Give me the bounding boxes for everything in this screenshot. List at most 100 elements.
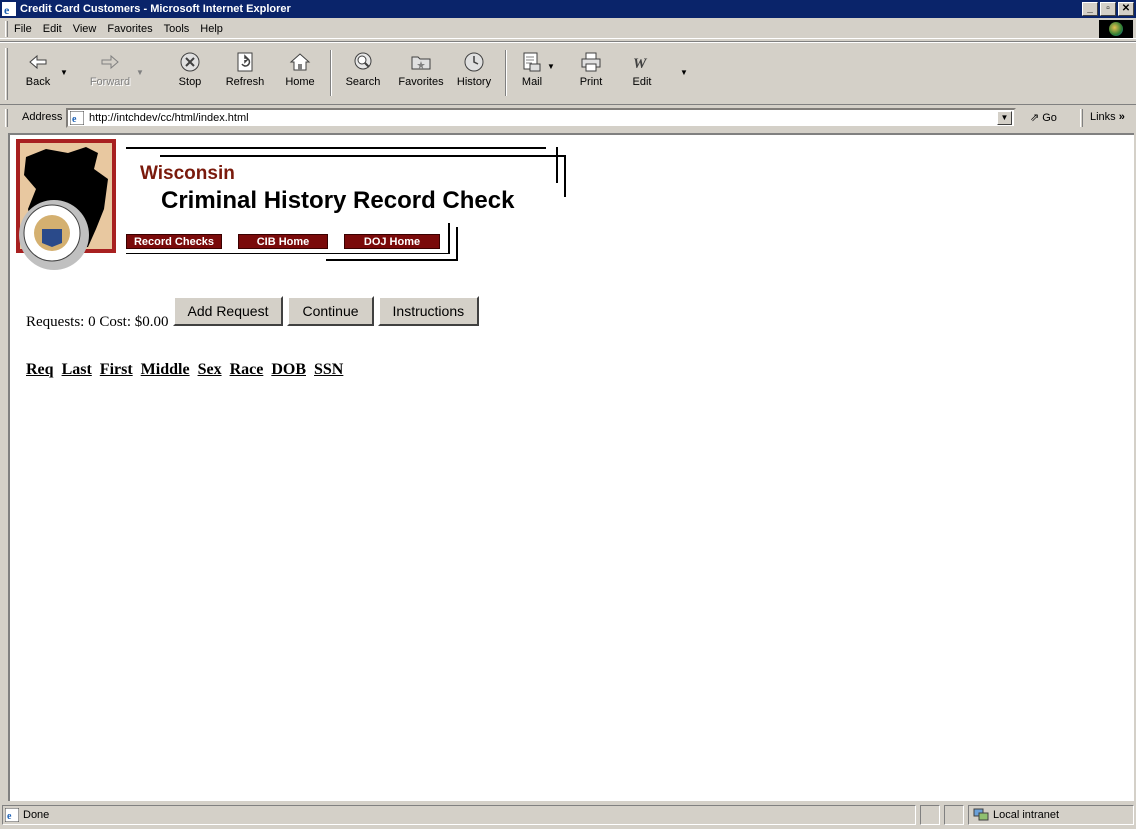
search-icon xyxy=(354,52,372,70)
toolbar-separator xyxy=(505,50,507,96)
maximize-button[interactable]: ▫ xyxy=(1100,2,1116,16)
addressbar-grip[interactable] xyxy=(5,109,8,127)
toolbar-grip[interactable] xyxy=(5,48,8,100)
page-title: Criminal History Record Check xyxy=(161,187,515,214)
column-header-race: Race xyxy=(229,361,264,378)
title-bar: e Credit Card Customers - Microsoft Inte… xyxy=(0,0,1136,18)
menubar-grip[interactable] xyxy=(5,21,8,37)
print-label: Print xyxy=(579,76,603,88)
menu-help[interactable]: Help xyxy=(200,23,223,35)
cib-home-link[interactable]: CIB Home xyxy=(238,234,328,249)
request-table-header: Req Last First Middle Sex Race DOB SSN xyxy=(26,361,347,379)
column-header-ssn: SSN xyxy=(314,361,344,378)
column-header-req: Req xyxy=(26,361,54,378)
home-label: Home xyxy=(285,76,315,88)
go-label: Go xyxy=(1042,111,1057,124)
mail-dropdown-icon[interactable]: ▼ xyxy=(547,62,555,71)
page-status-icon: e xyxy=(5,808,19,822)
search-button[interactable]: Search xyxy=(340,50,386,98)
print-button[interactable]: Print xyxy=(573,50,609,98)
page-icon: e xyxy=(70,111,84,125)
forward-arrow-icon xyxy=(101,54,119,70)
menu-favorites[interactable]: Favorites xyxy=(107,23,152,35)
svg-text:W: W xyxy=(633,56,648,72)
record-checks-link[interactable]: Record Checks xyxy=(126,234,222,249)
forward-label: Forward xyxy=(89,76,131,88)
mail-icon xyxy=(523,52,541,72)
status-pane-progress xyxy=(920,805,940,825)
page-content: Wisconsin Criminal History Record Check … xyxy=(8,133,1136,801)
forward-button[interactable]: Forward xyxy=(86,50,134,98)
continue-button[interactable]: Continue xyxy=(287,296,374,326)
standard-toolbar: Back ▼ Forward ▼ Stop Refresh Home Searc… xyxy=(0,41,1136,105)
history-button[interactable]: History xyxy=(454,50,494,98)
state-title: Wisconsin xyxy=(140,163,235,184)
column-header-last: Last xyxy=(61,361,92,378)
address-url: http://intchdev/cc/html/index.html xyxy=(89,112,249,124)
window-title: Credit Card Customers - Microsoft Intern… xyxy=(20,3,291,15)
security-zone-pane: Local intranet xyxy=(968,805,1134,825)
home-button[interactable]: Home xyxy=(280,50,320,98)
back-label: Back xyxy=(25,76,51,88)
status-text: Done xyxy=(23,809,50,821)
favorites-folder-icon xyxy=(411,56,431,70)
column-header-first: First xyxy=(99,361,133,378)
stop-button[interactable]: Stop xyxy=(170,50,210,98)
stop-label: Stop xyxy=(178,76,202,88)
windows-logo-icon xyxy=(1099,20,1133,38)
toolbar-separator xyxy=(330,50,332,96)
zone-text: Local intranet xyxy=(993,809,1060,821)
stop-icon xyxy=(180,52,200,72)
close-button[interactable]: ✕ xyxy=(1118,2,1134,16)
mail-label: Mail xyxy=(521,76,543,88)
status-main-pane: e Done xyxy=(2,805,916,825)
status-bar: e Done Local intranet xyxy=(0,803,1136,829)
minimize-button[interactable]: _ xyxy=(1082,2,1098,16)
local-intranet-icon xyxy=(973,808,989,821)
mail-button[interactable]: Mail xyxy=(516,50,548,98)
wisconsin-seal-logo xyxy=(16,139,116,270)
links-button[interactable]: Links » xyxy=(1090,111,1125,123)
menu-edit[interactable]: Edit xyxy=(43,23,62,35)
back-arrow-icon xyxy=(29,54,47,70)
address-bar: Address e http://intchdev/cc/html/index.… xyxy=(0,106,1136,130)
edit-button[interactable]: W Edit xyxy=(627,50,657,98)
edit-dropdown-icon[interactable]: ▼ xyxy=(680,68,688,77)
menu-tools[interactable]: Tools xyxy=(164,23,190,35)
column-header-middle: Middle xyxy=(140,361,190,378)
favorites-label: Favorites xyxy=(398,76,444,88)
home-icon xyxy=(289,53,311,71)
menu-bar: File Edit View Favorites Tools Help xyxy=(0,19,1136,39)
refresh-button[interactable]: Refresh xyxy=(222,50,268,98)
history-icon xyxy=(464,52,484,72)
svg-text:e: e xyxy=(7,811,12,822)
instructions-button[interactable]: Instructions xyxy=(377,296,480,326)
refresh-icon xyxy=(237,52,253,72)
favorites-button[interactable]: Favorites xyxy=(392,50,450,98)
forward-dropdown-icon[interactable]: ▼ xyxy=(136,68,144,77)
edit-label: Edit xyxy=(632,76,652,88)
requests-summary: Requests: 0 Cost: $0.00 xyxy=(26,314,169,330)
back-button[interactable]: Back xyxy=(18,50,58,98)
svg-text:e: e xyxy=(72,114,77,125)
word-edit-icon: W xyxy=(633,56,648,72)
address-label: Address xyxy=(22,111,63,123)
doj-home-link[interactable]: DOJ Home xyxy=(344,234,440,249)
menu-view[interactable]: View xyxy=(73,23,97,35)
go-arrow-icon: ⇗ xyxy=(1030,112,1040,124)
back-dropdown-icon[interactable]: ▼ xyxy=(60,68,68,77)
ie-icon: e xyxy=(2,2,16,16)
add-request-button[interactable]: Add Request xyxy=(172,296,284,326)
banner: Wisconsin Criminal History Record Check … xyxy=(16,139,576,274)
requests-row: Requests: 0 Cost: $0.00 Add Request Cont… xyxy=(26,296,480,331)
printer-icon xyxy=(581,52,601,72)
svg-text:e: e xyxy=(4,3,10,16)
refresh-label: Refresh xyxy=(225,76,265,88)
go-button[interactable]: ⇗ Go xyxy=(1030,111,1057,125)
links-label: Links xyxy=(1090,111,1116,123)
address-field[interactable]: e http://intchdev/cc/html/index.html ▼ xyxy=(66,108,1016,128)
address-dropdown-icon[interactable]: ▼ xyxy=(997,111,1012,125)
status-pane-secure xyxy=(944,805,964,825)
menu-file[interactable]: File xyxy=(14,23,32,35)
chevron-right-icon: » xyxy=(1118,111,1125,123)
